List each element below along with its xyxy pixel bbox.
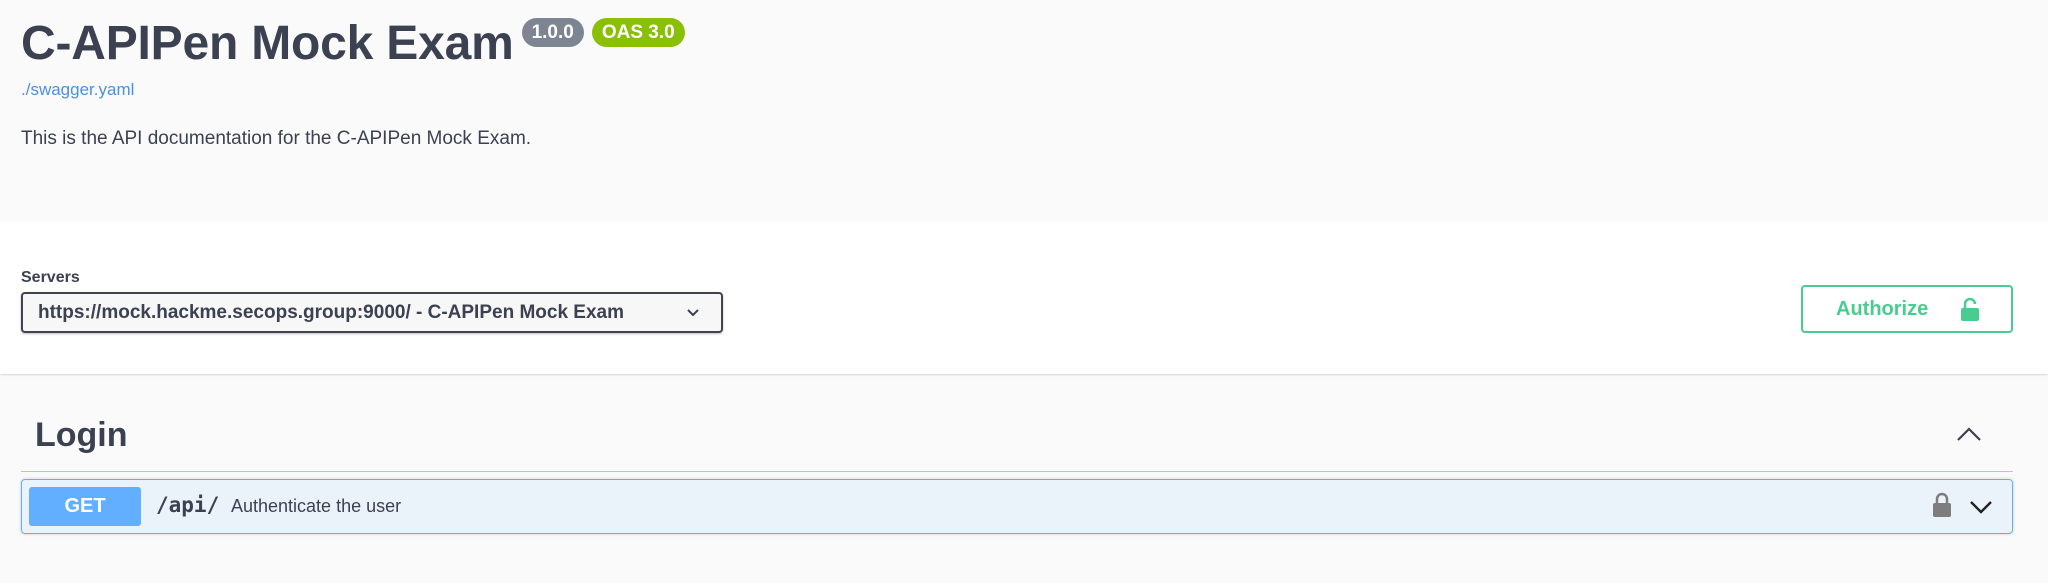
locked-icon[interactable] [1932, 492, 1952, 518]
oas-badge: OAS 3.0 [591, 18, 685, 47]
title-row: C-APIPen Mock Exam 1.0.0 OAS 3.0 [21, 14, 685, 74]
server-select-value: https://mock.hackme.secops.group:9000/ -… [38, 301, 625, 323]
tag-title: Login [35, 416, 128, 454]
chevron-down-icon[interactable] [1968, 497, 1994, 517]
scheme-container: Servers https://mock.hackme.secops.group… [0, 222, 2048, 374]
servers-label: Servers [21, 269, 80, 286]
tag-section-login[interactable]: Login [21, 400, 2013, 472]
authorize-label: Authorize [1836, 297, 1929, 320]
version-badge: 1.0.0 [521, 18, 584, 47]
api-description: This is the API documentation for the C-… [21, 128, 532, 149]
chevron-up-icon[interactable] [1955, 424, 1983, 444]
server-select[interactable]: https://mock.hackme.secops.group:9000/ -… [21, 292, 723, 333]
unlocked-icon [1961, 298, 1979, 321]
api-info: C-APIPen Mock Exam 1.0.0 OAS 3.0 ./swagg… [0, 0, 2048, 222]
operation-summary: Authenticate the user [231, 496, 402, 516]
operation-path: /api/ [156, 493, 220, 517]
authorize-button[interactable]: Authorize [1801, 285, 2013, 333]
spec-file-link[interactable]: ./swagger.yaml [21, 80, 134, 100]
page-title: C-APIPen Mock Exam [21, 17, 514, 70]
chevron-down-icon [687, 309, 699, 317]
operation-get-api[interactable]: GET /api/ Authenticate the user [21, 479, 2013, 534]
http-method-badge: GET [29, 487, 141, 526]
